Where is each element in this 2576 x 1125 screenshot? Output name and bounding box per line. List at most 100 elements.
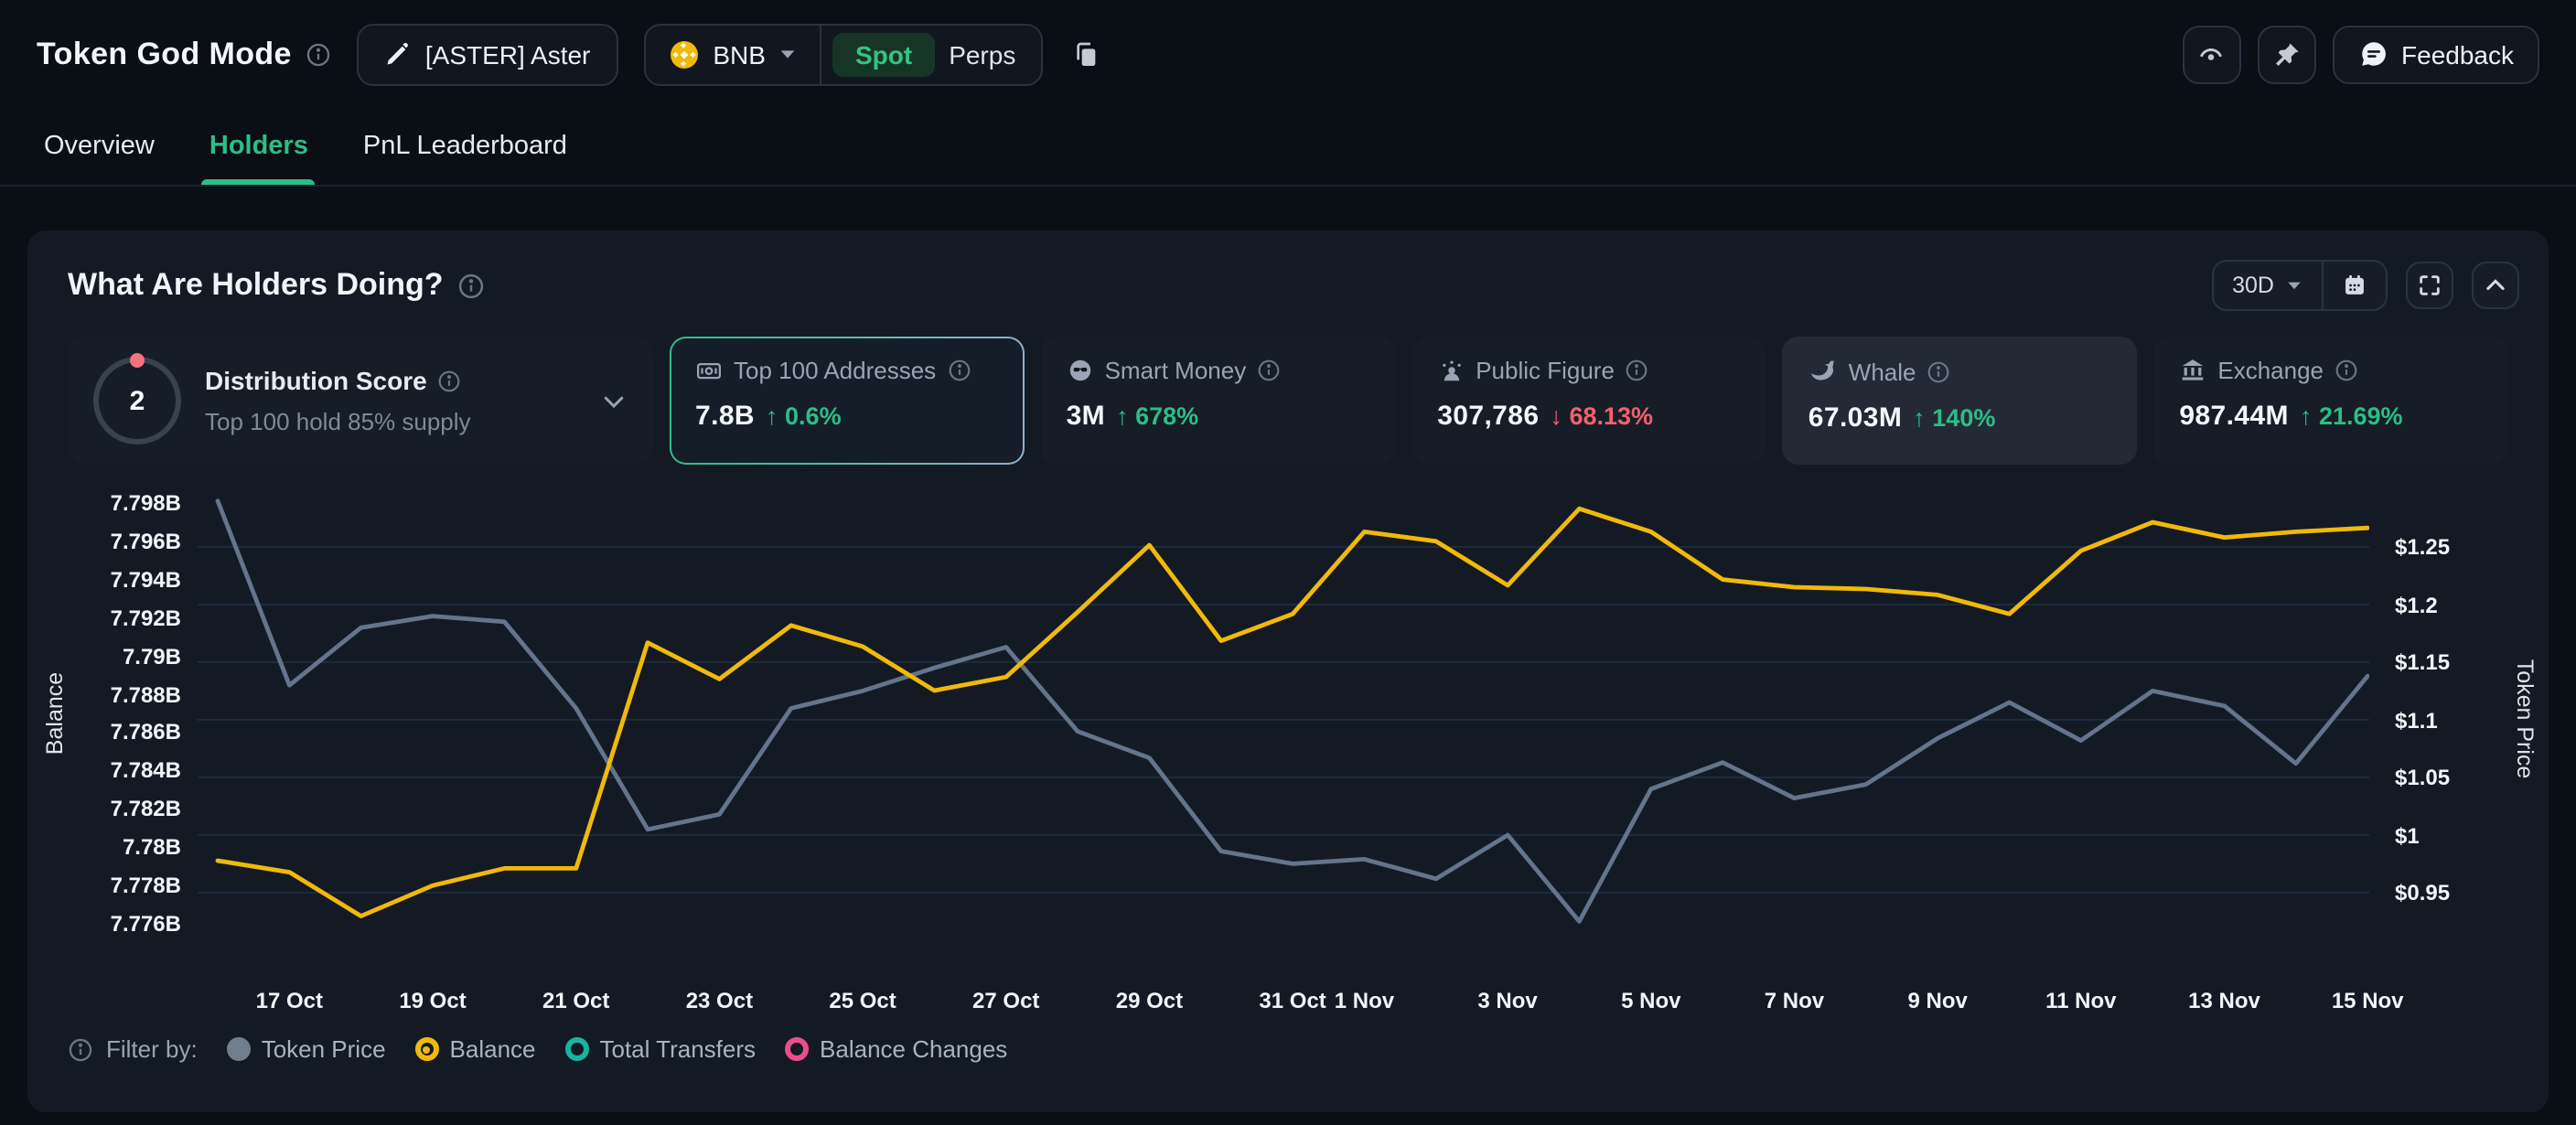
public-figure-icon — [1437, 357, 1465, 384]
smart-money-icon — [1067, 357, 1094, 384]
tile-title: Top 100 Addresses — [734, 357, 936, 384]
info-icon[interactable] — [1626, 359, 1649, 382]
tile-value: 987.44M — [2179, 401, 2289, 432]
date-range-control: 30D — [2212, 260, 2388, 311]
tile-top-100-addresses[interactable]: Top 100 Addresses 7.8B ↑ 0.6% — [670, 337, 1025, 465]
price-tick: $1.1 — [2395, 707, 2438, 733]
chat-bubble-icon — [2357, 38, 2388, 70]
tile-whale[interactable]: Whale 67.03M ↑ 140% — [1783, 337, 2138, 465]
series-balance — [218, 509, 2367, 916]
tile-change: 68.13% — [1569, 402, 1653, 430]
legend-label: Balance Changes — [820, 1035, 1007, 1063]
balance-tick: 7.784B — [111, 758, 181, 784]
total-transfers-marker — [565, 1037, 589, 1061]
price-axis-ticks: $1.25$1.2$1.15$1.1$1.05$1$0.95 — [2395, 483, 2523, 966]
holders-chart[interactable]: 7.798B7.796B7.794B7.792B7.79B7.788B7.786… — [27, 483, 2549, 1024]
balance-changes-marker — [785, 1037, 809, 1061]
date-tick: 17 Oct — [256, 988, 323, 1013]
date-tick: 15 Nov — [2332, 988, 2404, 1013]
tile-distribution-score[interactable]: 2 Distribution Score Top 100 hold 85% su… — [68, 337, 653, 465]
panel-title: What Are Holders Doing? — [68, 267, 444, 304]
tile-exchange[interactable]: Exchange 987.44M ↑ 21.69% — [2153, 337, 2508, 465]
chevron-down-icon — [778, 44, 799, 64]
market-selector: BNB Spot Perps — [643, 23, 1043, 85]
chain-name: BNB — [713, 39, 766, 69]
topbar-right: Feedback — [2182, 25, 2539, 83]
series-token-price — [218, 501, 2367, 922]
date-tick: 27 Oct — [972, 988, 1039, 1013]
tile-smart-money[interactable]: Smart Money 3M ↑ 678% — [1041, 337, 1396, 465]
balance-tick: 7.786B — [111, 720, 181, 745]
balance-tick: 7.796B — [111, 529, 181, 554]
info-icon[interactable] — [947, 359, 971, 382]
eye-icon[interactable] — [2182, 25, 2240, 83]
perps-tab[interactable]: Perps — [938, 32, 1041, 76]
up-arrow-icon: ↑ — [766, 402, 778, 430]
holders-panel: What Are Holders Doing? 30D — [27, 230, 2549, 1112]
legend-item-balance-changes[interactable]: Balance Changes — [785, 1035, 1007, 1063]
chart-plot-area — [198, 483, 2369, 966]
legend-label: Total Transfers — [600, 1035, 757, 1063]
date-tick: 1 Nov — [1335, 988, 1394, 1013]
info-icon[interactable] — [306, 41, 332, 67]
topbar: Token God Mode [ASTER] Aster BNB — [0, 0, 2576, 108]
date-tick: 21 Oct — [542, 988, 609, 1013]
title-group: Token God Mode — [37, 36, 332, 72]
balance-tick: 7.79B — [123, 643, 181, 669]
chain-dropdown[interactable]: BNB — [645, 38, 821, 70]
date-tick: 7 Nov — [1765, 988, 1824, 1013]
balance-tick: 7.776B — [111, 911, 181, 937]
balance-tick: 7.782B — [111, 797, 181, 822]
price-axis-title: Token Price — [2512, 659, 2538, 779]
info-icon[interactable] — [1257, 359, 1281, 382]
chevron-down-icon[interactable] — [600, 387, 628, 414]
price-tick: $1.15 — [2395, 649, 2450, 675]
filter-by-label: Filter by: — [106, 1035, 198, 1063]
pin-icon[interactable] — [2257, 25, 2315, 83]
bnb-coin-icon — [667, 38, 700, 70]
legend-item-token-price[interactable]: Token Price — [227, 1035, 386, 1063]
legend-item-total-transfers[interactable]: Total Transfers — [565, 1035, 757, 1063]
tile-change: 21.69% — [2319, 402, 2403, 430]
main-content: What Are Holders Doing? 30D — [0, 187, 2576, 1112]
tile-title: Public Figure — [1476, 357, 1615, 384]
up-arrow-icon: ↑ — [1913, 404, 1926, 432]
spot-tab[interactable]: Spot — [833, 32, 934, 76]
tab-holders[interactable]: Holders — [209, 108, 308, 185]
page-tabs: Overview Holders PnL Leaderboard — [0, 108, 2576, 187]
tab-pnl-leaderboard[interactable]: PnL Leaderboard — [363, 108, 567, 185]
date-tick: 3 Nov — [1477, 988, 1537, 1013]
copy-icon[interactable] — [1068, 36, 1105, 72]
up-arrow-icon: ↑ — [2300, 402, 2313, 430]
edit-pencil-icon — [385, 41, 411, 67]
tab-overview[interactable]: Overview — [44, 108, 155, 185]
chart-filter-legend: Filter by: Token Price Balance Total Trans… — [68, 1035, 2549, 1063]
up-arrow-icon: ↑ — [1116, 402, 1129, 430]
balance-axis-title: Balance — [42, 672, 68, 755]
info-icon[interactable] — [2334, 359, 2358, 382]
date-tick: 23 Oct — [686, 988, 753, 1013]
info-icon[interactable] — [458, 272, 486, 299]
panel-title-group: What Are Holders Doing? — [68, 267, 486, 304]
info-icon[interactable] — [438, 369, 462, 392]
feedback-button[interactable]: Feedback — [2332, 25, 2539, 83]
date-tick: 13 Nov — [2188, 988, 2260, 1013]
info-icon[interactable] — [1927, 359, 1951, 383]
price-tick: $1 — [2395, 822, 2420, 848]
distribution-gauge: 2 — [93, 357, 181, 445]
balance-tick: 7.778B — [111, 873, 181, 898]
calendar-icon[interactable] — [2324, 273, 2386, 298]
token-selector[interactable]: [ASTER] Aster — [358, 23, 618, 85]
tile-public-figure[interactable]: Public Figure 307,786 ↓ 68.13% — [1411, 337, 1766, 465]
legend-label: Balance — [450, 1035, 536, 1063]
legend-item-balance[interactable]: Balance — [415, 1035, 536, 1063]
fullscreen-icon[interactable] — [2406, 262, 2453, 309]
legend-items: Token Price Balance Total Transfers Balance… — [227, 1035, 1008, 1063]
range-value: 30D — [2232, 273, 2274, 298]
tile-value: 7.8B — [695, 401, 755, 432]
collapse-chevron-up-icon[interactable] — [2472, 262, 2519, 309]
distribution-score-value: 2 — [130, 385, 145, 416]
range-dropdown[interactable]: 30D — [2214, 273, 2322, 298]
date-tick: 5 Nov — [1621, 988, 1680, 1013]
price-tick: $1.2 — [2395, 592, 2438, 617]
